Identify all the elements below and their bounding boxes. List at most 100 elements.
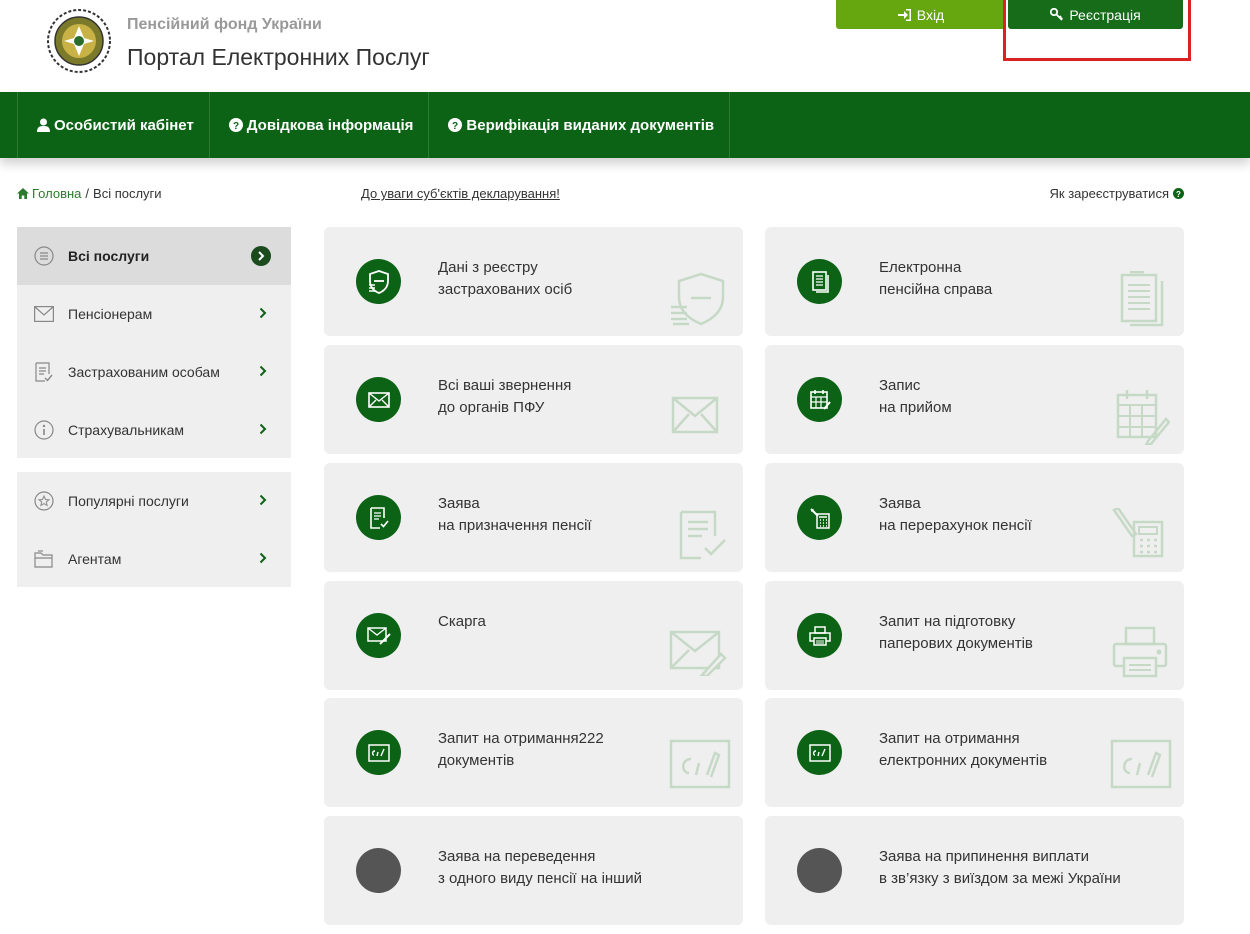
how-register-link[interactable]: Як зареєструватися ? <box>1050 186 1184 201</box>
breadcrumb-separator: / <box>85 186 90 201</box>
service-card-pension-recalculation[interactable]: Заява на перерахунок пенсії <box>765 463 1184 572</box>
card-title-line1: Запит на підготовку <box>879 613 1016 630</box>
calculator-icon <box>797 495 842 540</box>
login-button[interactable]: Вхід <box>836 0 1006 29</box>
main-navbar: Особистий кабінет ? Довідкова інформація… <box>0 92 1250 158</box>
register-highlight-box <box>1003 0 1191 61</box>
signature-icon <box>1110 739 1172 789</box>
card-title-line2: до органів ПФУ <box>438 399 545 416</box>
service-card-all-appeals[interactable]: Всі ваші звернення до органів ПФУ <box>324 345 743 454</box>
sidebar-item-popular-services[interactable]: Популярні послуги <box>17 472 291 530</box>
card-title-line2: документів <box>438 752 515 769</box>
sidebar-item-pensioners[interactable]: Пенсіонерам <box>17 285 291 343</box>
declarants-notice-link[interactable]: До уваги суб'єктів декларування! <box>361 186 560 201</box>
chevron-right-icon <box>259 552 267 564</box>
user-icon <box>37 118 50 132</box>
service-card-electronic-documents-request[interactable]: Запит на отримання електронних документів <box>765 698 1184 807</box>
card-title-line1: Запис <box>879 377 921 394</box>
portal-title[interactable]: Портал Електронних Послуг <box>127 44 430 71</box>
how-register-label: Як зареєструватися <box>1049 186 1169 201</box>
sidebar-item-policyholders[interactable]: Страхувальникам <box>17 401 291 459</box>
shield-coins-icon <box>671 272 725 326</box>
card-title-line1: Запит на отримання <box>879 730 1020 747</box>
service-card-pension-assignment[interactable]: Заява на призначення пенсії <box>324 463 743 572</box>
card-title-line1: Електронна <box>879 259 962 276</box>
pfu-logo[interactable] <box>46 8 112 74</box>
card-title-line2: пенсійна справа <box>879 281 993 298</box>
folder-icon <box>34 549 54 569</box>
calendar-edit-icon <box>1116 390 1170 445</box>
nav-document-verification[interactable]: ? Верифікація виданих документів <box>428 92 731 158</box>
service-card-payment-termination[interactable]: Заява на припинення виплати в зв’язку з в… <box>765 816 1184 925</box>
service-card-pension-type-transfer[interactable]: Заява на переведення з одного виду пенсії… <box>324 816 743 925</box>
sidebar-item-label: Застрахованим особам <box>68 364 220 380</box>
signature-icon <box>356 730 401 775</box>
calculator-icon <box>1112 508 1164 558</box>
service-card-insured-registry[interactable]: Дані з реєстру застрахованих осіб <box>324 227 743 336</box>
nav-document-verification-label: Верифікація виданих документів <box>466 116 715 134</box>
card-title-line1: Запит на отримання222 <box>438 730 604 747</box>
star-icon <box>34 491 54 511</box>
card-title-line2: застрахованих осіб <box>438 281 573 298</box>
card-title-line2: на прийом <box>879 399 952 416</box>
signature-icon <box>797 730 842 775</box>
card-title-line1: Заява <box>438 495 480 512</box>
placeholder-circle-icon <box>356 848 401 893</box>
breadcrumb-home-link[interactable]: Головна <box>32 186 81 201</box>
service-card-electronic-pension-file[interactable]: Електронна пенсійна справа <box>765 227 1184 336</box>
card-title-line1: Заява <box>879 495 921 512</box>
document-check-icon <box>356 495 401 540</box>
svg-text:?: ? <box>233 121 239 132</box>
chevron-right-icon <box>259 494 267 506</box>
sidebar-item-agents[interactable]: Агентам <box>17 530 291 588</box>
printer-icon <box>1112 626 1168 678</box>
card-title-line2: на перерахунок пенсії <box>879 517 1032 534</box>
breadcrumb-current: Всі послуги <box>93 186 162 201</box>
home-icon <box>17 188 29 199</box>
sidebar-item-insured-persons[interactable]: Застрахованим особам <box>17 343 291 401</box>
question-circle-icon: ? <box>448 118 463 132</box>
envelope-pen-icon <box>356 613 401 658</box>
sign-in-icon <box>897 8 911 21</box>
sidebar-services-group: Всі послуги Пенсіонерам Застрахованим ос… <box>17 227 291 458</box>
breadcrumb: Головна / Всі послуги <box>17 186 162 201</box>
svg-text:?: ? <box>1176 190 1181 199</box>
shield-coins-icon <box>356 259 401 304</box>
login-label: Вхід <box>916 6 945 23</box>
sidebar-item-all-services[interactable]: Всі послуги <box>17 227 291 285</box>
checklist-icon <box>34 362 54 382</box>
svg-text:?: ? <box>452 121 458 132</box>
nav-reference-info-label: Довідкова інформація <box>246 116 414 134</box>
list-icon <box>34 246 54 266</box>
chevron-right-icon <box>259 307 267 319</box>
envelope-pen-icon <box>669 630 727 676</box>
card-title-line2: на призначення пенсії <box>438 517 592 534</box>
nav-reference-info[interactable]: ? Довідкова інформація <box>208 92 429 158</box>
chevron-right-icon <box>251 246 271 266</box>
sidebar-extra-group: Популярні послуги Агентам <box>17 472 291 587</box>
nav-personal-cabinet[interactable]: Особистий кабінет <box>17 92 209 158</box>
card-title-line2: електронних документів <box>879 752 1048 769</box>
service-card-paper-documents[interactable]: Запит на підготовку паперових документів <box>765 581 1184 690</box>
question-circle-icon: ? <box>1173 188 1184 199</box>
card-title-line1: Всі ваші звернення <box>438 377 572 394</box>
service-card-complaint[interactable]: Скарга <box>324 581 743 690</box>
service-card-appointment[interactable]: Запис на прийом <box>765 345 1184 454</box>
nav-personal-cabinet-label: Особистий кабінет <box>54 116 194 134</box>
printer-icon <box>797 613 842 658</box>
card-title-line2: паперових документів <box>879 635 1033 652</box>
calendar-edit-icon <box>797 377 842 422</box>
service-card-documents-request[interactable]: Запит на отримання222 документів <box>324 698 743 807</box>
card-title-line1: Скарга <box>438 613 486 630</box>
chevron-right-icon <box>259 423 267 435</box>
card-title-line1: Заява на припинення виплати <box>879 848 1089 865</box>
sidebar-item-label: Пенсіонерам <box>68 306 153 322</box>
sidebar-item-label: Страхувальникам <box>68 422 185 438</box>
card-title-line2: з одного виду пенсії на інший <box>438 870 642 887</box>
sidebar-item-label: Агентам <box>68 551 122 567</box>
envelope-icon <box>356 377 401 422</box>
document-stack-icon <box>1120 271 1164 327</box>
sidebar-item-label: Популярні послуги <box>68 493 189 509</box>
org-name: Пенсійний фонд України <box>127 16 322 33</box>
document-stack-icon <box>797 259 842 304</box>
